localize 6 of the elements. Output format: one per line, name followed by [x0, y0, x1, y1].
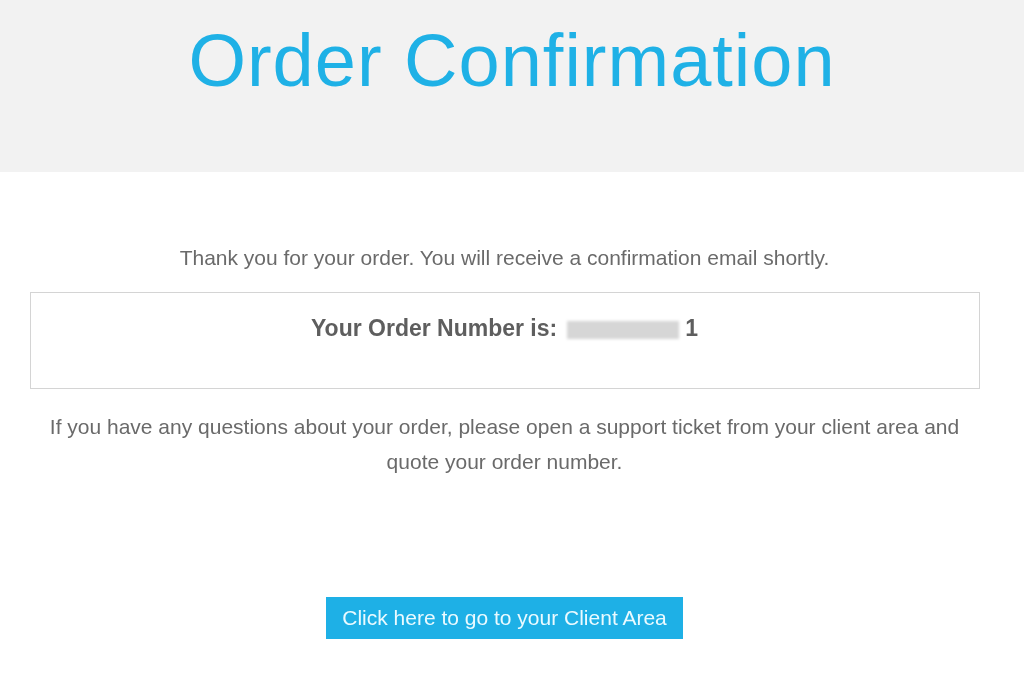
order-number-label: Your Order Number is: — [311, 315, 558, 342]
help-message: If you have any questions about your order, please open a support ticket from your client area and quote your order number. — [48, 414, 961, 475]
client-area-button[interactable]: Click here to go to your Client Area — [326, 597, 683, 639]
page-title: Order Confirmation — [188, 18, 836, 104]
order-number: 1 — [685, 315, 698, 342]
thank-you-message: Thank you for your order. You will receive a confirmation email shortly. — [179, 246, 830, 270]
